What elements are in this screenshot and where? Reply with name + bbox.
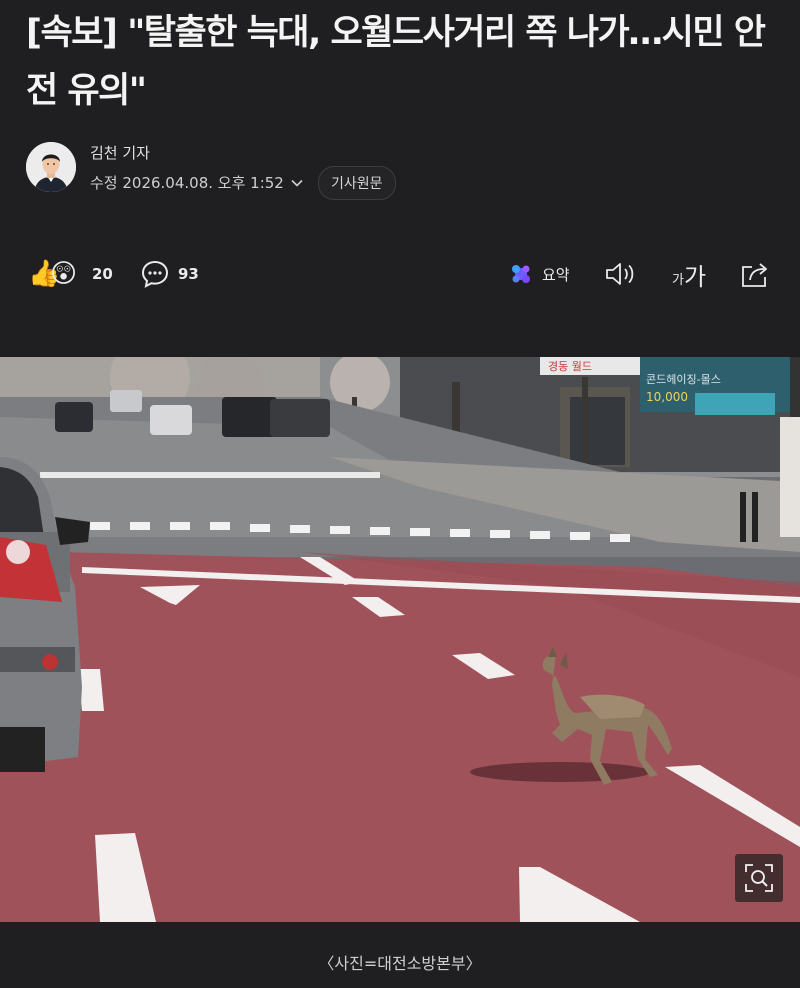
photo-caption: 〈사진=대전소방본부〉 bbox=[318, 954, 482, 973]
reaction-emoji-icon: 👍 😲 bbox=[28, 259, 78, 289]
author-row: 김천 기자 수정 2026.04.08. 오후 1:52 기사원문 bbox=[26, 142, 786, 202]
read-aloud-button[interactable] bbox=[604, 252, 638, 296]
ai-summary-icon bbox=[512, 265, 530, 283]
photo-zoom-button[interactable] bbox=[735, 854, 783, 902]
shop-sign-3: 10,000 bbox=[646, 390, 688, 404]
share-button[interactable] bbox=[738, 252, 772, 296]
article-photo[interactable]: 경동 월드 콘드헤이징-몰스 10,000 bbox=[0, 357, 800, 922]
author-name[interactable]: 김천 기자 bbox=[90, 142, 150, 163]
original-article-button[interactable]: 기사원문 bbox=[318, 166, 396, 200]
summary-label: 요약 bbox=[542, 265, 570, 284]
reaction-count: 20 bbox=[92, 265, 113, 283]
author-avatar[interactable] bbox=[26, 142, 76, 192]
share-icon bbox=[742, 263, 767, 287]
headline: [속보] "탈출한 늑대, 오월드사거리 쪽 나가…시민 안전 유의" bbox=[26, 13, 766, 111]
reaction-button[interactable]: 👍 😲 20 bbox=[28, 252, 113, 296]
summary-button[interactable]: 요약 bbox=[508, 252, 570, 296]
comment-count: 93 bbox=[178, 265, 199, 283]
shop-sign-1: 경동 월드 bbox=[548, 360, 592, 373]
font-size-large-label: 가 bbox=[683, 262, 707, 291]
font-size-button[interactable]: 가 가 bbox=[672, 252, 706, 296]
font-size-small-label: 가 bbox=[672, 272, 684, 288]
chevron-down-icon bbox=[291, 179, 303, 187]
wolf-on-road-photo: 경동 월드 콘드헤이징-몰스 10,000 bbox=[0, 357, 800, 922]
comment-button[interactable]: 93 bbox=[140, 252, 199, 296]
shop-sign-2: 콘드헤이징-몰스 bbox=[646, 373, 721, 386]
speaker-icon bbox=[606, 263, 634, 285]
comment-bubble-icon bbox=[141, 260, 169, 288]
updated-date[interactable]: 수정 2026.04.08. 오후 1:52 bbox=[90, 172, 304, 193]
article-toolbar: 👍 😲 20 93 요약 가 가 bbox=[28, 252, 776, 296]
zoom-icon bbox=[745, 864, 773, 892]
updated-date-text: 수정 2026.04.08. 오후 1:52 bbox=[90, 174, 284, 192]
